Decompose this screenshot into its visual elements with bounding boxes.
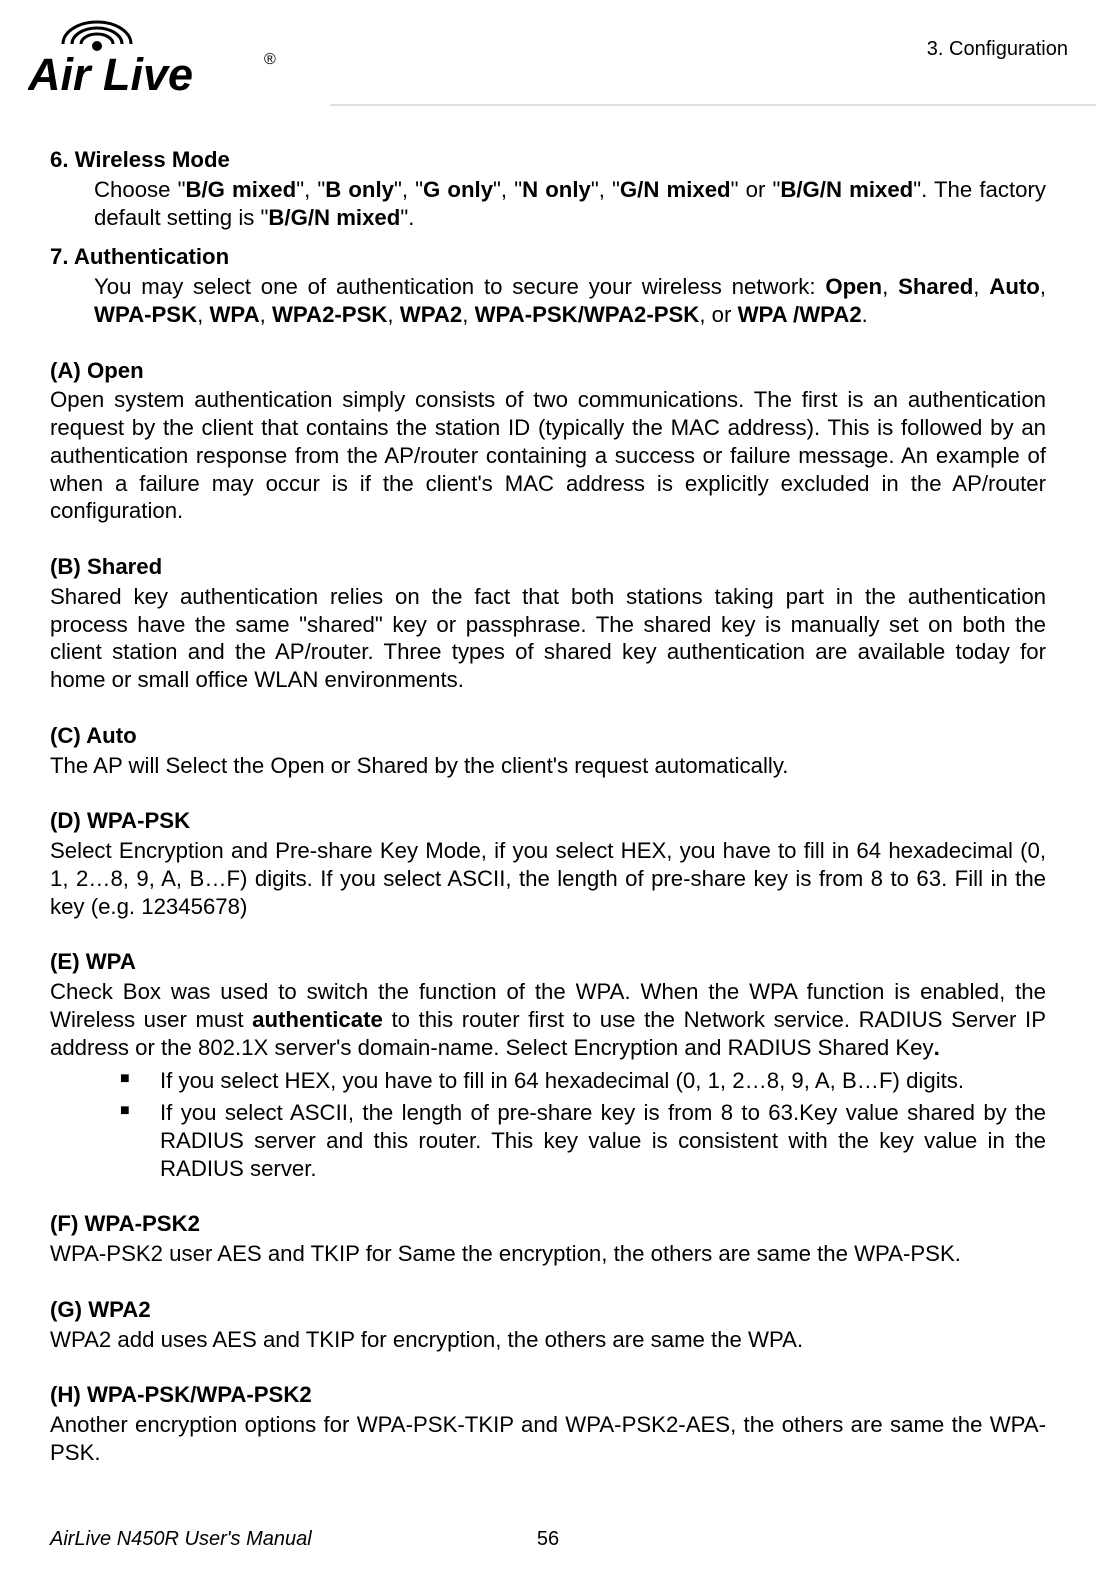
item-body: Choose "B/G mixed", "B only", "G only", …	[94, 176, 1046, 232]
bullet-list-e: If you select HEX, you have to fill in 6…	[50, 1067, 1046, 1182]
section-body-g: WPA2 add uses AES and TKIP for encryptio…	[50, 1326, 1046, 1354]
item-number: 7.	[50, 244, 69, 269]
section-heading-c: (C) Auto	[50, 722, 1046, 750]
section-body-d: Select Encryption and Pre-share Key Mode…	[50, 837, 1046, 920]
section-body-e: Check Box was used to switch the functio…	[50, 978, 1046, 1061]
section-heading-d: (D) WPA-PSK	[50, 807, 1046, 835]
section-heading-h: (H) WPA-PSK/WPA-PSK2	[50, 1381, 1046, 1409]
list-item-6: 6. Wireless Mode Choose "B/G mixed", "B …	[50, 146, 1046, 231]
breadcrumb: 3. Configuration	[927, 20, 1068, 61]
item-number: 6.	[50, 147, 69, 172]
footer-manual-title: AirLive N450R User's Manual	[50, 1528, 312, 1551]
page-header: Air Live ® 3. Configuration	[0, 0, 1096, 100]
section-heading-g: (G) WPA2	[50, 1296, 1046, 1324]
item-title: Authentication	[74, 244, 229, 269]
svg-text:Air Live: Air Live	[28, 49, 193, 100]
section-body-f: WPA-PSK2 user AES and TKIP for Same the …	[50, 1240, 1046, 1268]
section-body-a: Open system authentication simply consis…	[50, 386, 1046, 525]
section-heading-e: (E) WPA	[50, 948, 1046, 976]
airlive-logo-icon: Air Live ®	[28, 20, 308, 100]
item-body: You may select one of authentication to …	[94, 273, 1046, 329]
list-item: If you select HEX, you have to fill in 6…	[120, 1067, 1046, 1095]
list-item: If you select ASCII, the length of pre-s…	[120, 1099, 1046, 1182]
item-title: Wireless Mode	[75, 147, 230, 172]
section-body-h: Another encryption options for WPA-PSK-T…	[50, 1411, 1046, 1467]
section-body-c: The AP will Select the Open or Shared by…	[50, 752, 1046, 780]
section-heading-a: (A) Open	[50, 357, 1046, 385]
page-footer: AirLive N450R User's Manual 56	[0, 1528, 1096, 1551]
document-body: 6. Wireless Mode Choose "B/G mixed", "B …	[0, 106, 1096, 1467]
section-body-b: Shared key authentication relies on the …	[50, 583, 1046, 694]
brand-logo: Air Live ®	[28, 20, 308, 100]
footer-page-number: 56	[537, 1528, 559, 1551]
section-heading-f: (F) WPA-PSK2	[50, 1210, 1046, 1238]
section-heading-b: (B) Shared	[50, 553, 1046, 581]
svg-text:®: ®	[264, 51, 276, 68]
list-item-7: 7. Authentication You may select one of …	[50, 243, 1046, 328]
